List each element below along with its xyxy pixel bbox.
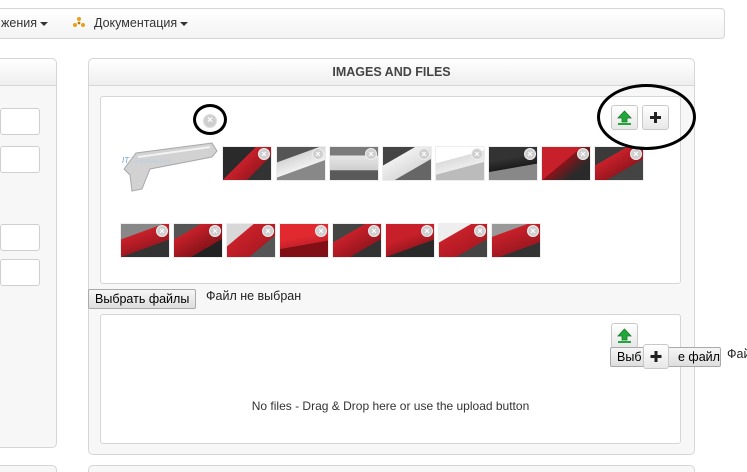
- top-nav-bar: жения Документация: [0, 8, 725, 39]
- delete-thumb-icon[interactable]: ×: [527, 225, 539, 237]
- left-field-1[interactable]: [0, 108, 40, 135]
- nav-menu-documentation[interactable]: Документация: [94, 9, 189, 38]
- thumbnail[interactable]: ×: [594, 146, 644, 181]
- left-bottom-panel: [0, 465, 57, 472]
- thumbnail[interactable]: ×: [332, 223, 382, 258]
- thumbnail[interactable]: ×: [488, 146, 538, 181]
- delete-thumb-icon[interactable]: ×: [258, 148, 270, 160]
- delete-thumb-icon[interactable]: ×: [471, 148, 483, 160]
- main-bottom-panel: [88, 465, 695, 472]
- thumbnail[interactable]: ×: [276, 146, 326, 181]
- overlay-file-status: Фай: [727, 347, 747, 361]
- annotation-circle-delete: [193, 104, 227, 135]
- drop-add-button[interactable]: [643, 344, 669, 369]
- delete-thumb-icon[interactable]: ×: [368, 225, 380, 237]
- thumbnail[interactable]: ×: [222, 146, 272, 181]
- nav-menu-documentation-label: Документация: [94, 16, 178, 30]
- drop-zone-message: No files - Drag & Drop here or use the u…: [251, 399, 530, 413]
- cog-icon: [73, 17, 85, 27]
- panel-title: IMAGES AND FILES: [89, 59, 694, 86]
- overlay-file-button-left: Выб: [617, 350, 642, 364]
- overlay-file-button-right: е файл: [678, 350, 720, 364]
- thumbnail[interactable]: ×: [438, 223, 488, 258]
- delete-thumb-icon[interactable]: ×: [156, 225, 168, 237]
- left-panel-header: [0, 59, 56, 86]
- thumbnail[interactable]: ×: [120, 223, 170, 258]
- svg-text:IT: IT: [122, 156, 130, 165]
- left-field-3[interactable]: [0, 224, 40, 251]
- svg-text:autostyle.com: autostyle.com: [134, 159, 171, 165]
- delete-thumb-icon[interactable]: ×: [421, 225, 433, 237]
- thumbnail[interactable]: ×: [435, 146, 485, 181]
- upload-arrow-icon: [617, 328, 632, 343]
- delete-thumb-icon[interactable]: ×: [474, 225, 486, 237]
- nav-menu-images[interactable]: жения: [1, 9, 48, 38]
- delete-thumb-icon[interactable]: ×: [312, 148, 324, 160]
- delete-thumb-icon[interactable]: ×: [524, 148, 536, 160]
- choose-files-button[interactable]: Выбрать файлы: [88, 289, 197, 309]
- delete-thumb-icon[interactable]: ×: [262, 225, 274, 237]
- caret-down-icon: [180, 21, 189, 26]
- delete-thumb-icon[interactable]: ×: [365, 148, 377, 160]
- delete-thumb-icon[interactable]: ×: [577, 148, 589, 160]
- delete-thumb-icon[interactable]: ×: [418, 148, 430, 160]
- left-field-4[interactable]: [0, 259, 40, 286]
- drop-zone[interactable]: No files - Drag & Drop here or use the u…: [100, 314, 681, 444]
- thumbnail[interactable]: ×: [491, 223, 541, 258]
- thumbnail[interactable]: ×: [226, 223, 276, 258]
- thumbnail[interactable]: ×: [541, 146, 591, 181]
- file-status-text: Файл не выбран: [206, 289, 302, 303]
- thumbnail[interactable]: ×: [329, 146, 379, 181]
- delete-thumb-icon[interactable]: ×: [209, 225, 221, 237]
- nav-menu-images-label: жения: [1, 16, 37, 30]
- thumbnail[interactable]: ×: [382, 146, 432, 181]
- thumbnail[interactable]: ×: [279, 223, 329, 258]
- annotation-circle-buttons: [597, 84, 696, 150]
- thumbnail[interactable]: ×: [173, 223, 223, 258]
- left-field-2[interactable]: [0, 146, 40, 173]
- plus-icon: [650, 351, 662, 362]
- delete-thumb-icon[interactable]: ×: [315, 225, 327, 237]
- drop-upload-button[interactable]: [611, 323, 638, 348]
- caret-down-icon: [39, 21, 48, 26]
- thumbnail[interactable]: ×: [385, 223, 435, 258]
- main-image[interactable]: IT autostyle.com: [120, 135, 220, 200]
